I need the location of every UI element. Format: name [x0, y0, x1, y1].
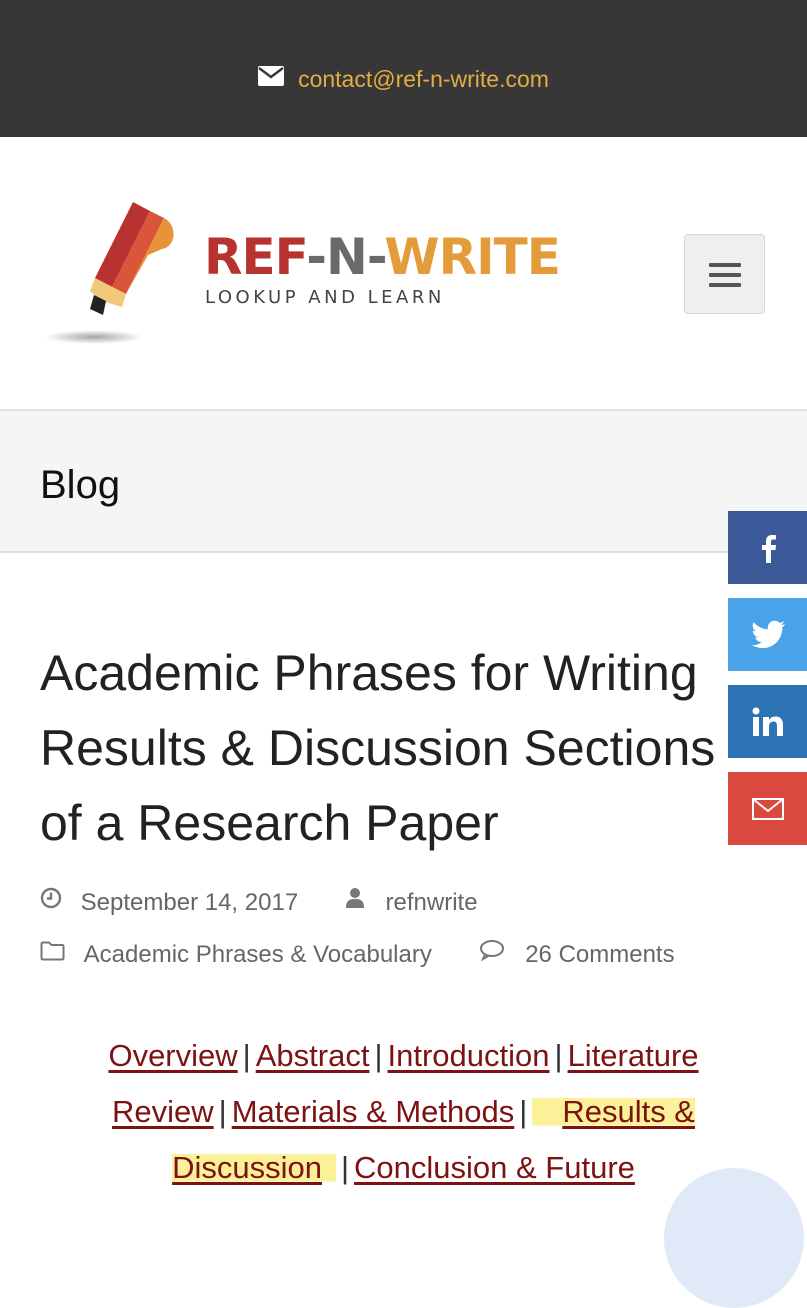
- linkedin-icon: [752, 707, 783, 736]
- toc-separator: |: [519, 1094, 528, 1129]
- hamburger-icon: [709, 263, 741, 267]
- brand-name: REF-N-WRITE: [204, 227, 561, 287]
- toc-link-conclusion-future[interactable]: Conclusion & Future: [354, 1150, 635, 1185]
- logo-shadow: [44, 330, 144, 344]
- brand-part-write: WRITE: [384, 228, 561, 286]
- toc-separator: |: [554, 1038, 563, 1073]
- toc-separator: |: [340, 1150, 350, 1185]
- toc-link-materials-methods[interactable]: Materials & Methods: [232, 1094, 515, 1129]
- toc-separator: |: [242, 1038, 251, 1073]
- social-share-bar: [728, 511, 807, 859]
- email-share-button[interactable]: [728, 772, 807, 845]
- toc-link-abstract[interactable]: Abstract: [256, 1038, 370, 1073]
- section-navigation: Overview | Abstract | Introduction | Literatur…: [40, 1028, 767, 1196]
- clock-icon: [40, 887, 62, 917]
- twitter-icon: [751, 620, 785, 648]
- post-category[interactable]: Academic Phrases & Vocabulary: [84, 941, 432, 968]
- contact-line: contact@ref-n-write.com: [0, 62, 807, 98]
- folder-icon: [40, 939, 65, 969]
- brand-part-ref: REF: [204, 228, 307, 286]
- post-title: Academic Phrases for Writing Results & D…: [40, 645, 716, 851]
- brand-dash: -: [306, 228, 327, 286]
- linkedin-share-button[interactable]: [728, 685, 807, 758]
- envelope-icon: [258, 61, 285, 95]
- contact-email-link[interactable]: contact@ref-n-write.com: [298, 66, 549, 92]
- page-title-bar: Blog: [0, 409, 807, 553]
- user-icon: [345, 887, 365, 917]
- facebook-share-button[interactable]: [728, 511, 807, 584]
- top-contact-bar: contact@ref-n-write.com: [0, 0, 807, 137]
- post-meta-category-comments: Academic Phrases & Vocabulary 26 Comment…: [40, 939, 675, 971]
- menu-button[interactable]: [684, 234, 765, 314]
- brand-tagline: LOOKUP AND LEARN: [205, 287, 445, 308]
- post-comments-count[interactable]: 26 Comments: [525, 941, 674, 968]
- post-author[interactable]: refnwrite: [386, 889, 478, 916]
- comment-icon: [479, 939, 505, 969]
- hamburger-icon: [709, 273, 741, 277]
- facebook-icon: [761, 534, 776, 563]
- site-header: REF-N-WRITE LOOKUP AND LEARN: [0, 137, 807, 409]
- twitter-share-button[interactable]: [728, 598, 807, 671]
- toc-separator: |: [218, 1094, 227, 1129]
- brand-dash: -: [366, 228, 385, 286]
- toc-link-introduction[interactable]: Introduction: [388, 1038, 550, 1073]
- post-date[interactable]: September 14, 2017: [81, 889, 299, 916]
- post-meta-date-author: September 14, 2017 refnwrite: [40, 887, 478, 919]
- toc-link-overview[interactable]: Overview: [108, 1038, 237, 1073]
- envelope-icon: [751, 797, 784, 820]
- page-section-title: Blog: [40, 463, 121, 507]
- brand-part-n: N: [326, 228, 368, 286]
- pencil-logo-icon: [90, 202, 174, 315]
- site-logo[interactable]: REF-N-WRITE LOOKUP AND LEARN: [38, 197, 561, 357]
- floating-action-button[interactable]: [664, 1168, 804, 1308]
- toc-separator: |: [374, 1038, 383, 1073]
- hamburger-icon: [709, 283, 741, 287]
